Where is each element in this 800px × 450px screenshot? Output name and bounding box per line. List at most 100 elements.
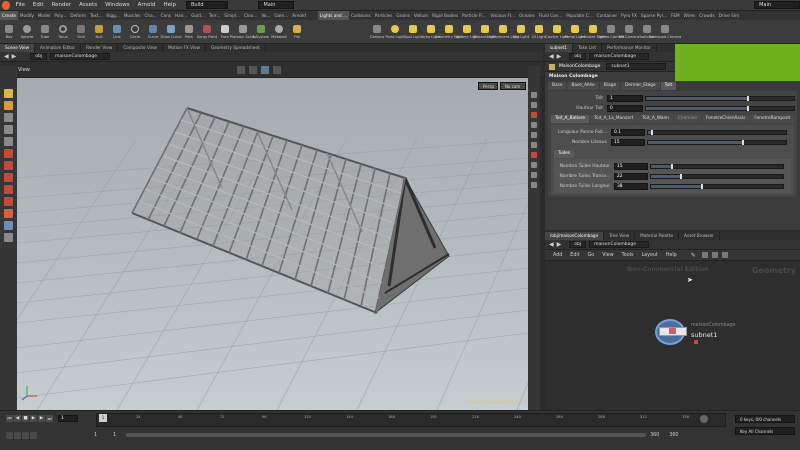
pose-tool-icon[interactable] xyxy=(4,149,13,158)
shelf-tab[interactable]: Crowds xyxy=(697,11,716,20)
scale-tool-icon[interactable] xyxy=(4,137,13,146)
menu-windows[interactable]: Windows xyxy=(101,0,134,11)
camera-menu[interactable]: No cam xyxy=(500,82,526,90)
tool-line[interactable]: Line xyxy=(108,20,126,44)
tab-material-palette[interactable]: Material Palette xyxy=(635,232,680,240)
longueur-panne-field[interactable]: 0.1 xyxy=(611,128,645,136)
tool-camera[interactable]: Camera xyxy=(368,20,386,44)
back-arrow-icon[interactable]: ◀ xyxy=(4,53,9,60)
snap-tool-icon[interactable] xyxy=(4,209,13,218)
display-options-icon[interactable] xyxy=(531,92,537,98)
tool-gamepad-camera[interactable]: Gamepad Camera xyxy=(649,20,681,44)
shading-icon[interactable] xyxy=(272,65,281,74)
tool-circle[interactable]: Circle xyxy=(126,20,144,44)
keys-channels-field[interactable]: 0 keys, 0/0 channels xyxy=(735,415,795,423)
path-root[interactable]: obj xyxy=(30,53,48,60)
menu-assets[interactable]: Assets xyxy=(75,0,101,11)
range-slider[interactable] xyxy=(126,433,647,437)
tab-motion-fx-view[interactable]: Motion FX View xyxy=(163,44,207,52)
menu-file[interactable]: File xyxy=(12,0,29,11)
view-tool-icon[interactable] xyxy=(4,173,13,182)
tab-performance-monitor[interactable]: Performance Monitor xyxy=(602,44,657,52)
houdini-logo-icon[interactable] xyxy=(2,0,10,10)
network-tool-icon[interactable] xyxy=(721,252,728,258)
tab-fenetre-rampant[interactable]: FenetreRampant xyxy=(750,115,795,123)
network-menu-tools[interactable]: Tools xyxy=(622,253,634,258)
camera-tool-icon[interactable] xyxy=(4,221,13,230)
back-arrow-icon[interactable]: ◀ xyxy=(549,241,554,248)
network-menu-help[interactable]: Help xyxy=(666,253,677,258)
back-arrow-icon[interactable]: ◀ xyxy=(549,53,554,60)
template-icon[interactable] xyxy=(531,152,537,158)
magnet-icon[interactable] xyxy=(4,197,13,206)
tool-ambient-light[interactable]: Ambient Light xyxy=(580,20,606,44)
tool-switcher[interactable]: Switcher xyxy=(638,20,656,44)
tab-geometry-spreadsheet[interactable]: Geometry Spreadsheet xyxy=(206,44,266,52)
tab-render-view[interactable]: Render View xyxy=(81,44,119,52)
tuiles-transversal-field[interactable]: 22 xyxy=(614,172,648,180)
tool-file[interactable]: File xyxy=(288,20,306,44)
select-tool-icon[interactable] xyxy=(4,89,13,98)
tool-gi-light[interactable]: GI Light xyxy=(530,20,548,44)
tool-sky-light[interactable]: Sky Light xyxy=(512,20,530,44)
tool-stereo-camera[interactable]: Stereo Camera xyxy=(598,20,624,44)
tuiles-longueur-field[interactable]: 38 xyxy=(614,182,648,190)
ghost-icon[interactable] xyxy=(531,132,537,138)
tool-spot-light[interactable]: Spot Light xyxy=(404,20,422,44)
network-canvas[interactable]: Non-Commercial Edition Geometry maisonCo… xyxy=(545,262,800,410)
tool-vr-camera[interactable]: VR Camera xyxy=(619,20,639,44)
uv-icon[interactable] xyxy=(531,182,537,188)
network-menu-edit[interactable]: Edit xyxy=(570,253,579,258)
tool-grid[interactable]: Grid xyxy=(72,20,90,44)
tab-chemine[interactable]: Chemine xyxy=(673,115,702,123)
tab-fenetre-chien-assis[interactable]: FenetreChienAssis xyxy=(702,115,750,123)
toit-field[interactable]: 1 xyxy=(607,94,643,102)
scene-viewport[interactable]: Persp No cam Non-Commercial Edition xyxy=(17,78,528,410)
move-tool-icon[interactable] xyxy=(4,113,13,122)
tool-volume-light[interactable]: Volume Light xyxy=(455,20,479,44)
roof-model[interactable] xyxy=(131,107,450,315)
tool-portal-light[interactable]: Portal Light xyxy=(565,20,585,44)
tab-tuiles[interactable]: Tuiles xyxy=(554,150,574,158)
tool-area-light[interactable]: Area Light xyxy=(422,20,440,44)
tool-font[interactable]: Font xyxy=(216,20,234,44)
tab-toit-a-walm[interactable]: Toit_A_Walm xyxy=(638,115,673,123)
lighting-icon[interactable] xyxy=(531,122,537,128)
tab-base[interactable]: Base xyxy=(548,82,567,90)
tool-torus[interactable]: Torus xyxy=(54,20,72,44)
view-menu[interactable]: View xyxy=(18,67,30,73)
end-field[interactable]: 360 xyxy=(669,433,678,438)
tab-scene-view[interactable]: Scene View xyxy=(0,44,36,52)
wireframe-icon[interactable] xyxy=(531,102,537,108)
tool-box[interactable]: Box xyxy=(0,20,18,44)
start-field[interactable]: 1 xyxy=(113,433,116,438)
network-menu-add[interactable]: Add xyxy=(553,253,562,258)
tab-base-allee[interactable]: Base_Allée xyxy=(567,82,599,90)
tool-null[interactable]: Null xyxy=(90,20,108,44)
network-menu-view[interactable]: View xyxy=(602,253,613,258)
tuiles-hauteur-slider[interactable] xyxy=(650,163,784,169)
longueur-panne-slider[interactable] xyxy=(647,129,787,135)
visibility-icon[interactable] xyxy=(531,142,537,148)
shelf-tab-lights[interactable]: Lights and ... xyxy=(317,11,349,20)
network-menu-go[interactable]: Go xyxy=(588,253,595,258)
light-tool-icon[interactable] xyxy=(4,233,13,242)
tab-subnet1[interactable]: subnet1 xyxy=(545,44,574,52)
brush-tool-icon[interactable] xyxy=(4,161,13,170)
fps-icon[interactable] xyxy=(30,431,37,439)
path-root[interactable]: obj xyxy=(569,53,587,60)
tab-dernier-etage[interactable]: Dernier_Etage xyxy=(621,82,660,90)
points-icon[interactable] xyxy=(531,172,537,178)
shelf-tab[interactable]: Wires xyxy=(682,11,698,20)
tab-composite-view[interactable]: Composite View xyxy=(118,44,163,52)
tab-toit-a-la-mansart[interactable]: Toit_A_La_Mansart xyxy=(590,115,638,123)
backface-icon[interactable] xyxy=(531,112,537,118)
path-node[interactable]: maisonColombage xyxy=(50,53,111,60)
tab-network-path[interactable]: /obj/maisonColombage xyxy=(545,232,605,240)
tool-distant-light[interactable]: Distant Light xyxy=(473,20,497,44)
tool-path[interactable]: Path xyxy=(180,20,198,44)
tab-tree-view[interactable]: Tree View xyxy=(604,232,636,240)
path-root[interactable]: obj xyxy=(569,241,587,248)
tuiles-hauteur-field[interactable]: 15 xyxy=(614,162,648,170)
render-region-icon[interactable] xyxy=(4,185,13,194)
